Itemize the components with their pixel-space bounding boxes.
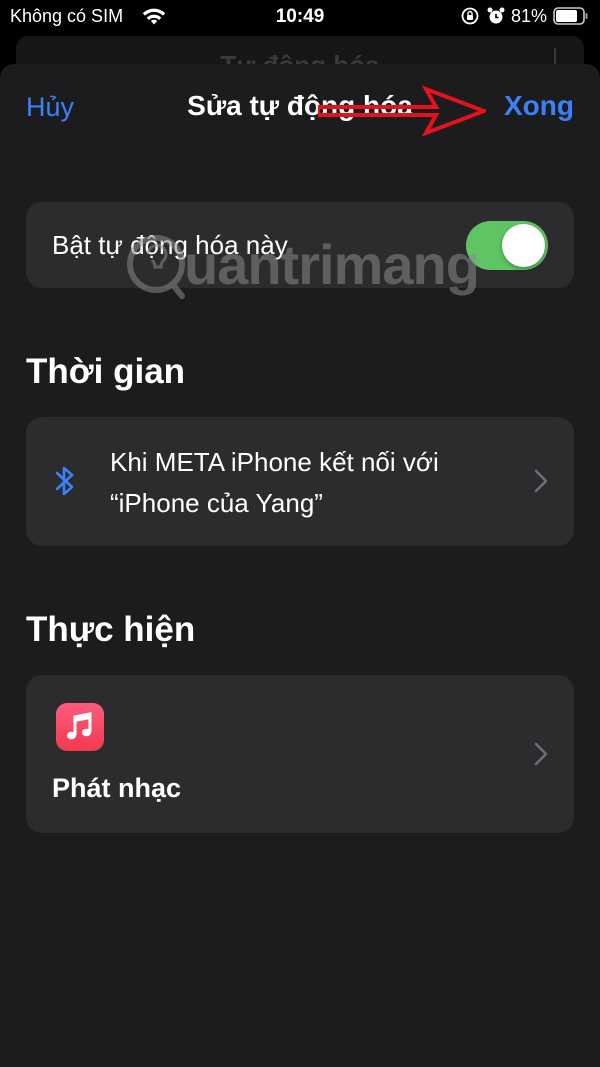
section-title-time: Thời gian [26,352,186,391]
edit-automation-sheet: Hủy Sửa tự động hóa Xong Bật tự động hóa… [0,64,600,1067]
chevron-right-icon [534,469,548,493]
arrow-annotation-icon [318,85,486,137]
toggle-knob [502,224,545,267]
alarm-icon [487,7,505,24]
rotation-lock-icon [461,7,479,25]
trigger-text-line1: Khi META iPhone kết nối với [110,447,439,477]
section-title-action: Thực hiện [26,610,196,649]
battery-percent: 81% [511,6,548,26]
trigger-row[interactable]: Khi META iPhone kết nối với “iPhone của … [26,417,574,546]
watermark-logo-icon [127,235,185,299]
done-button[interactable]: Xong [504,90,574,122]
watermark: uantrimang [126,224,480,302]
bluetooth-icon [55,466,74,496]
watermark-text: uantrimang [184,233,480,296]
clock: 10:49 [275,6,325,27]
chevron-right-icon [534,742,548,766]
action-row[interactable]: Phát nhạc [26,675,574,833]
trigger-text-line2: “iPhone của Yang” [110,488,323,518]
music-icon [56,703,104,751]
status-bar: Không có SIM 10:49 81% [0,0,600,34]
battery-icon [553,7,588,25]
action-label: Phát nhạc [52,773,182,803]
